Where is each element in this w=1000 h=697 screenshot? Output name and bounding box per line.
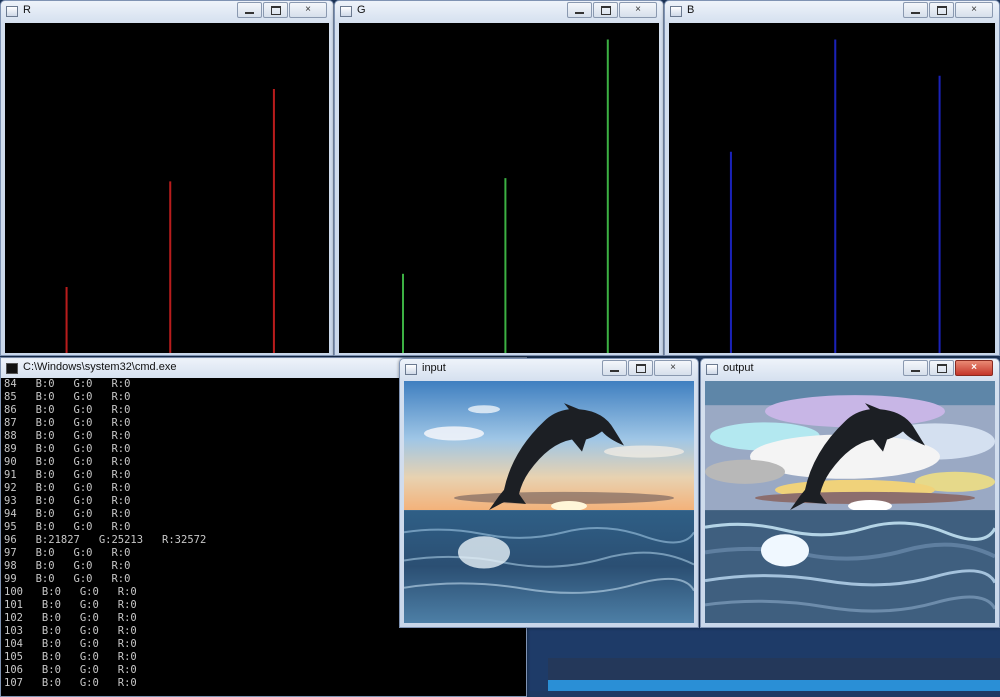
maximize-button[interactable] xyxy=(263,2,288,18)
close-icon: × xyxy=(971,4,977,15)
output-image-window[interactable]: output × xyxy=(700,358,1000,628)
r-histogram-canvas xyxy=(5,23,329,353)
g-histogram-canvas xyxy=(339,23,659,353)
input-image-window[interactable]: input × xyxy=(399,358,699,628)
output-window-titlebar[interactable]: output × xyxy=(701,359,999,381)
close-button[interactable]: × xyxy=(619,2,657,18)
minimize-icon xyxy=(911,369,920,372)
close-button[interactable]: × xyxy=(289,2,327,18)
dolphin-photo xyxy=(404,381,694,623)
minimize-icon xyxy=(575,11,584,14)
output-image xyxy=(705,381,995,623)
background-window-bar xyxy=(548,680,1000,691)
minimize-button[interactable] xyxy=(567,2,592,18)
maximize-icon xyxy=(270,5,281,15)
cmd-output-line: 105 B:0 G:0 R:0 xyxy=(4,651,137,663)
r-window-title: R xyxy=(23,4,31,16)
cmd-icon xyxy=(6,363,18,374)
maximize-icon xyxy=(635,363,646,373)
window-icon xyxy=(6,6,18,17)
g-window-titlebar[interactable]: G × xyxy=(335,1,663,23)
b-histogram xyxy=(729,39,941,353)
close-icon: × xyxy=(670,362,676,373)
input-window-title: input xyxy=(422,362,446,374)
g-histogram xyxy=(402,39,609,353)
window-icon xyxy=(706,364,718,375)
input-image xyxy=(404,381,694,623)
maximize-button[interactable] xyxy=(929,2,954,18)
window-icon xyxy=(340,6,352,17)
minimize-button[interactable] xyxy=(903,2,928,18)
b-window-titlebar[interactable]: B × xyxy=(665,1,999,23)
r-histogram xyxy=(65,89,275,353)
b-histogram-canvas xyxy=(669,23,995,353)
minimize-button[interactable] xyxy=(602,360,627,376)
maximize-icon xyxy=(936,363,947,373)
close-icon: × xyxy=(635,4,641,15)
b-window-title: B xyxy=(687,4,695,16)
cmd-window-title: C:\Windows\system32\cmd.exe xyxy=(23,361,177,373)
maximize-icon xyxy=(936,5,947,15)
minimize-button[interactable] xyxy=(903,360,928,376)
background-window-strip xyxy=(548,658,1000,680)
minimize-button[interactable] xyxy=(237,2,262,18)
window-icon xyxy=(405,364,417,375)
maximize-button[interactable] xyxy=(628,360,653,376)
close-button[interactable]: × xyxy=(955,360,993,376)
close-button[interactable]: × xyxy=(955,2,993,18)
b-histogram-window[interactable]: B × xyxy=(664,0,1000,356)
g-window-title: G xyxy=(357,4,366,16)
minimize-icon xyxy=(911,11,920,14)
maximize-button[interactable] xyxy=(929,360,954,376)
r-window-titlebar[interactable]: R × xyxy=(1,1,333,23)
close-button[interactable]: × xyxy=(654,360,692,376)
minimize-icon xyxy=(610,369,619,372)
maximize-icon xyxy=(600,5,611,15)
equalized-dolphin-photo xyxy=(705,381,995,623)
r-histogram-window[interactable]: R × xyxy=(0,0,334,356)
cmd-output-line: 106 B:0 G:0 R:0 xyxy=(4,664,137,676)
close-icon: × xyxy=(971,362,977,373)
window-icon xyxy=(670,6,682,17)
output-window-title: output xyxy=(723,362,754,374)
g-histogram-window[interactable]: G × xyxy=(334,0,664,356)
close-icon: × xyxy=(305,4,311,15)
cmd-output-line: 107 B:0 G:0 R:0 xyxy=(4,677,137,689)
cmd-output-line: 104 B:0 G:0 R:0 xyxy=(4,638,137,650)
maximize-button[interactable] xyxy=(593,2,618,18)
input-window-titlebar[interactable]: input × xyxy=(400,359,698,381)
minimize-icon xyxy=(245,11,254,14)
